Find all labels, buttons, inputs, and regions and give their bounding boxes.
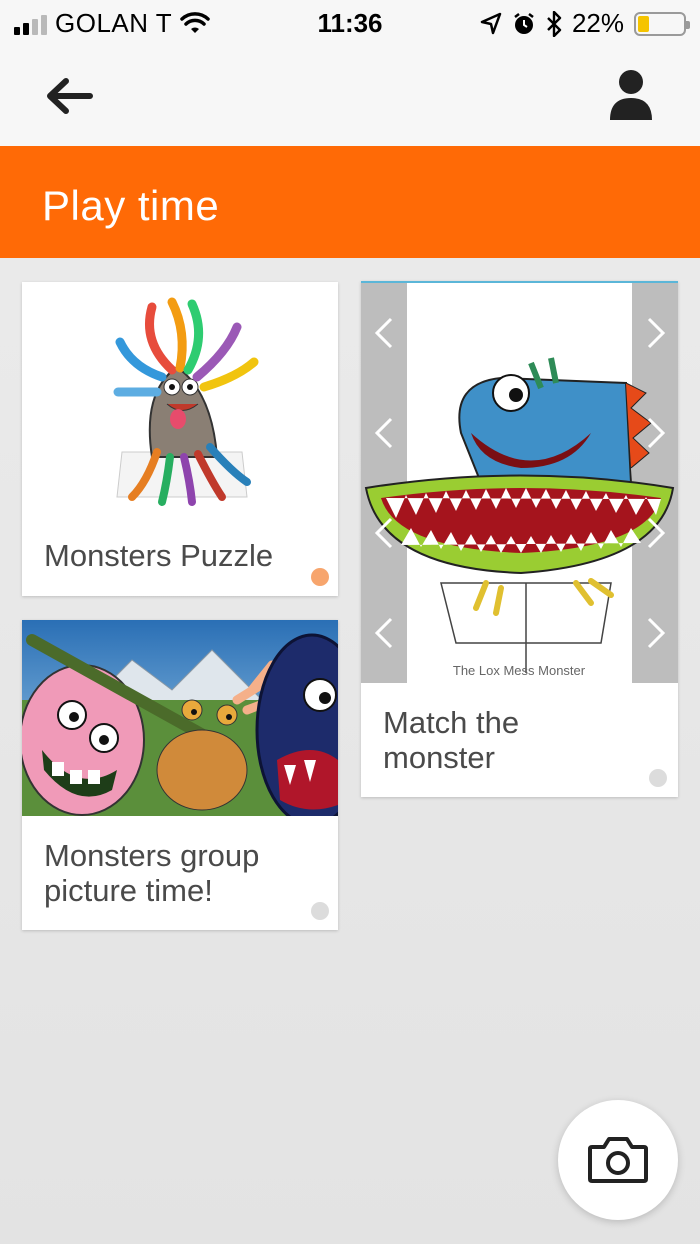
nav-bar [0, 48, 700, 146]
status-right: 22% [480, 8, 690, 39]
chevron-right-icon[interactable] [639, 313, 671, 353]
card-label: Match the monster [383, 705, 520, 775]
card-monsters-group-picture[interactable]: Monsters group picture time! [22, 620, 338, 930]
camera-icon [588, 1137, 648, 1183]
monster-caption: The Lox Mess Monster [453, 663, 586, 678]
status-dot [311, 568, 329, 586]
battery-percent: 22% [571, 8, 624, 38]
status-dot [649, 769, 667, 787]
chevron-right-icon[interactable] [639, 613, 671, 653]
page-title: Play time [42, 182, 220, 229]
profile-button[interactable] [606, 68, 656, 124]
battery-icon [634, 11, 690, 36]
chevron-right-icon[interactable] [639, 513, 671, 553]
chevron-right-icon[interactable] [639, 413, 671, 453]
app-screen: GOLAN T 11:36 22% Play time Monsters Puz… [0, 0, 700, 1244]
chevron-left-icon[interactable] [369, 313, 401, 353]
chevron-left-icon[interactable] [369, 413, 401, 453]
chevron-left-icon[interactable] [369, 513, 401, 553]
status-left: GOLAN T [14, 8, 210, 39]
monsters-group-image [22, 620, 338, 816]
status-dot [311, 902, 329, 920]
match-monster-slider: The Lox Mess Monster [361, 283, 678, 683]
card-label: Monsters group picture time! [44, 838, 260, 908]
alarm-icon [514, 12, 534, 34]
wifi-icon [180, 11, 210, 33]
carrier-name: GOLAN T [55, 8, 173, 38]
chevron-left-icon[interactable] [369, 613, 401, 653]
card-label: Monsters Puzzle [44, 538, 274, 573]
bluetooth-icon [547, 10, 562, 37]
signal-icon [14, 13, 47, 35]
back-button[interactable] [40, 70, 100, 122]
person-icon [610, 70, 652, 120]
page-header: Play time [0, 146, 700, 258]
status-bar: GOLAN T 11:36 22% [0, 0, 700, 48]
card-match-the-monster[interactable]: The Lox Mess Monster Match the monster [361, 281, 678, 797]
camera-button[interactable] [558, 1100, 678, 1220]
arrow-left-icon [47, 78, 93, 114]
monsters-puzzle-image [22, 282, 338, 518]
card-monsters-puzzle[interactable]: Monsters Puzzle [22, 282, 338, 596]
location-arrow-icon [480, 12, 502, 34]
